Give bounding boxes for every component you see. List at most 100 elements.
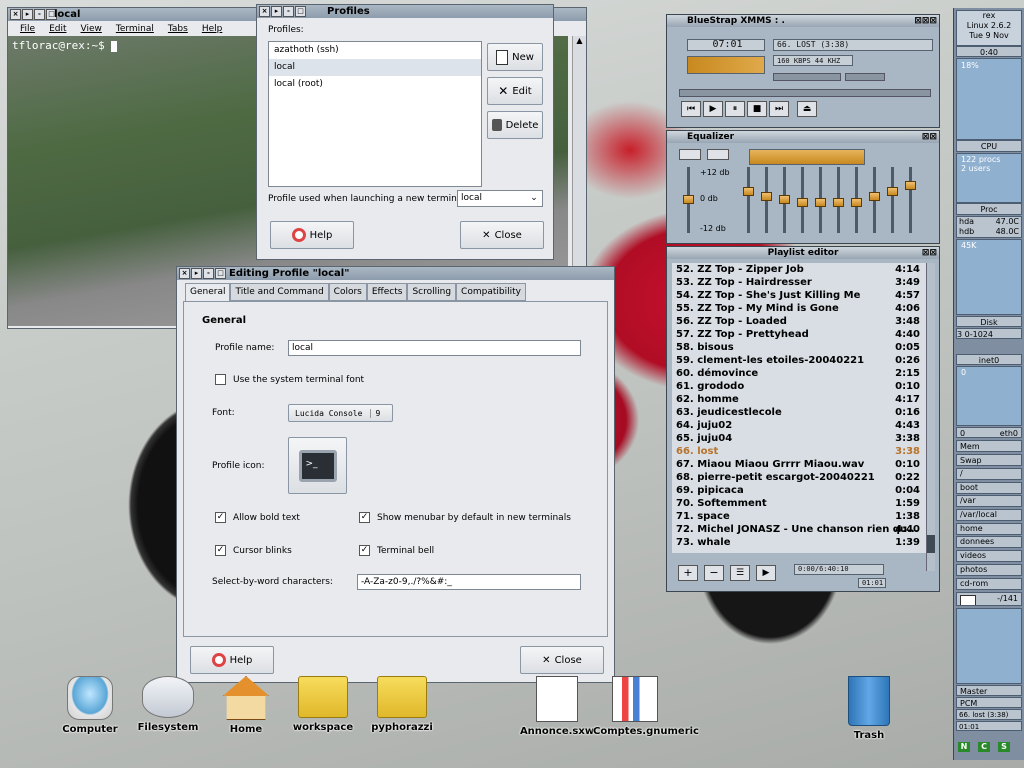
- next-icon[interactable]: ⏭: [769, 101, 789, 117]
- playlist-row[interactable]: 53. ZZ Top - Hairdresser 3:49: [672, 276, 926, 289]
- playlist-row[interactable]: 61. grododo 0:10: [672, 380, 926, 393]
- scroll-up-icon[interactable]: ▲: [573, 36, 586, 45]
- desktop-icon-trash[interactable]: Trash: [827, 676, 911, 741]
- menu-help[interactable]: Help: [202, 22, 223, 36]
- profile-item-local[interactable]: local: [269, 59, 481, 76]
- close-icon[interactable]: ⊠⊠: [922, 247, 937, 259]
- audio-chart[interactable]: [956, 608, 1022, 684]
- tab-scrolling[interactable]: Scrolling: [407, 283, 457, 301]
- eq-band-slider[interactable]: [891, 167, 894, 233]
- new-profile-button[interactable]: New: [487, 43, 543, 71]
- playlist-row[interactable]: 55. ZZ Top - My Mind is Gone 4:06: [672, 302, 926, 315]
- play-icon[interactable]: ▶: [703, 101, 723, 117]
- mount-item[interactable]: boot: [956, 481, 1022, 494]
- edit-close-button[interactable]: ✕ Close: [520, 646, 604, 674]
- close-icon[interactable]: ×: [179, 268, 190, 279]
- remove-icon[interactable]: −: [704, 565, 724, 581]
- playlist-row[interactable]: 67. Miaou Miaou Grrrr Miaou.wav 0:10: [672, 458, 926, 471]
- equalizer-titlebar[interactable]: Equalizer ⊠⊠: [667, 131, 939, 143]
- desktop-icon-workspace[interactable]: workspace: [281, 676, 365, 733]
- desktop-icon-comptes[interactable]: Comptes.gnumeric: [593, 676, 699, 737]
- mount-item[interactable]: cd-rom: [956, 577, 1022, 590]
- mount-item[interactable]: /var/local: [956, 509, 1022, 522]
- playlist-row[interactable]: 52. ZZ Top - Zipper Job 4:14: [672, 263, 926, 276]
- mount-item[interactable]: photos: [956, 563, 1022, 576]
- add-icon[interactable]: +: [678, 565, 698, 581]
- font-picker-button[interactable]: Lucida Console 9: [288, 404, 393, 422]
- playlist-row[interactable]: 54. ZZ Top - She's Just Killing Me 4:57: [672, 289, 926, 302]
- mail-panel[interactable]: -/141: [956, 592, 1022, 606]
- eq-knob[interactable]: [851, 198, 862, 207]
- cpu-chart[interactable]: 18%: [956, 58, 1022, 140]
- playlist-row[interactable]: 60. démovince 2:15: [672, 367, 926, 380]
- playlist-row[interactable]: 64. juju02 4:43: [672, 419, 926, 432]
- eq-knob[interactable]: [833, 198, 844, 207]
- system-font-checkbox[interactable]: [215, 374, 226, 385]
- playlist-row[interactable]: 72. Michel JONASZ - Une chanson rien qu.…: [672, 523, 926, 536]
- eq-on-button[interactable]: [679, 149, 701, 160]
- close-icon[interactable]: ×: [10, 9, 21, 20]
- s-icon[interactable]: S: [998, 742, 1010, 752]
- eq-auto-button[interactable]: [707, 149, 729, 160]
- edit-help-button[interactable]: Help: [190, 646, 274, 674]
- close-icon[interactable]: ⊠⊠: [922, 131, 937, 143]
- misc-icon[interactable]: ▶: [756, 565, 776, 581]
- shade-icon[interactable]: ▸: [271, 6, 282, 17]
- playlist-row[interactable]: 58. bisous 0:05: [672, 341, 926, 354]
- playlist-row[interactable]: 63. jeudicestlecole 0:16: [672, 406, 926, 419]
- desktop-icon-home[interactable]: Home: [204, 676, 288, 735]
- proc-chart[interactable]: 122 procs 2 users: [956, 153, 1022, 203]
- tab-colors[interactable]: Colors: [328, 283, 367, 301]
- playlist-scroll-thumb[interactable]: [927, 535, 935, 553]
- profiles-titlebar[interactable]: × ▸ - □ Profiles: [257, 5, 553, 18]
- playlist-row[interactable]: 73. whale 1:39: [672, 536, 926, 549]
- desktop-icon-computer[interactable]: Computer: [48, 676, 132, 735]
- profiles-close-button[interactable]: ✕ Close: [460, 221, 544, 249]
- menu-edit[interactable]: Edit: [49, 22, 66, 36]
- playlist-row[interactable]: 68. pierre-petit escargot-20040221 0:22: [672, 471, 926, 484]
- time-display[interactable]: 07:01: [687, 39, 765, 51]
- profile-item-local-root[interactable]: local (root): [269, 76, 481, 93]
- pcm-volume[interactable]: PCM: [956, 697, 1022, 708]
- desktop-icon-annonce[interactable]: Annonce.sxw: [515, 676, 599, 737]
- playlist-row[interactable]: 66. lost 3:38: [672, 445, 926, 458]
- mount-item[interactable]: /: [956, 468, 1022, 480]
- eq-band-slider[interactable]: [909, 167, 912, 233]
- menu-view[interactable]: View: [81, 22, 102, 36]
- eject-icon[interactable]: ⏏: [797, 101, 817, 117]
- tab-compatibility[interactable]: Compatibility: [456, 283, 526, 301]
- xmms-titlebar[interactable]: BlueStrap XMMS : . ⊠⊠⊠: [667, 15, 939, 27]
- desktop-icon-filesystem[interactable]: Filesystem: [126, 676, 210, 733]
- menu-tabs[interactable]: Tabs: [168, 22, 188, 36]
- seek-bar[interactable]: [679, 89, 931, 97]
- profiles-help-button[interactable]: Help: [270, 221, 354, 249]
- shade-icon[interactable]: ▸: [22, 9, 33, 20]
- eq-knob[interactable]: [743, 187, 754, 196]
- menu-terminal[interactable]: Terminal: [116, 22, 154, 36]
- playlist-row[interactable]: 62. homme 4:17: [672, 393, 926, 406]
- eq-knob[interactable]: [779, 195, 790, 204]
- playlist-row[interactable]: 56. ZZ Top - Loaded 3:48: [672, 315, 926, 328]
- playlist-row[interactable]: 57. ZZ Top - Prettyhead 4:40: [672, 328, 926, 341]
- minimize-icon[interactable]: -: [34, 9, 45, 20]
- stop-icon[interactable]: ■: [747, 101, 767, 117]
- tab-general[interactable]: General: [185, 283, 231, 301]
- eq-knob[interactable]: [905, 181, 916, 190]
- shade-icon[interactable]: ▸: [191, 268, 202, 279]
- volume-slider[interactable]: [773, 73, 841, 81]
- eq-band-slider[interactable]: [747, 167, 750, 233]
- spectrum-analyzer[interactable]: [687, 56, 765, 74]
- master-volume[interactable]: Master: [956, 685, 1022, 696]
- pause-icon[interactable]: ⏸: [725, 101, 745, 117]
- terminal-bell-checkbox[interactable]: ✓: [359, 545, 370, 556]
- show-menubar-checkbox[interactable]: ✓: [359, 512, 370, 523]
- mount-item[interactable]: donnees: [956, 536, 1022, 549]
- maximize-icon[interactable]: □: [295, 6, 306, 17]
- tab-effects[interactable]: Effects: [366, 283, 408, 301]
- minimize-icon[interactable]: -: [283, 6, 294, 17]
- eq-knob[interactable]: [797, 198, 808, 207]
- edit-profile-button[interactable]: ✕ Edit: [487, 77, 543, 105]
- eq-knob[interactable]: [683, 195, 694, 204]
- c-icon[interactable]: C: [978, 742, 990, 752]
- playlist-row[interactable]: 71. space 1:38: [672, 510, 926, 523]
